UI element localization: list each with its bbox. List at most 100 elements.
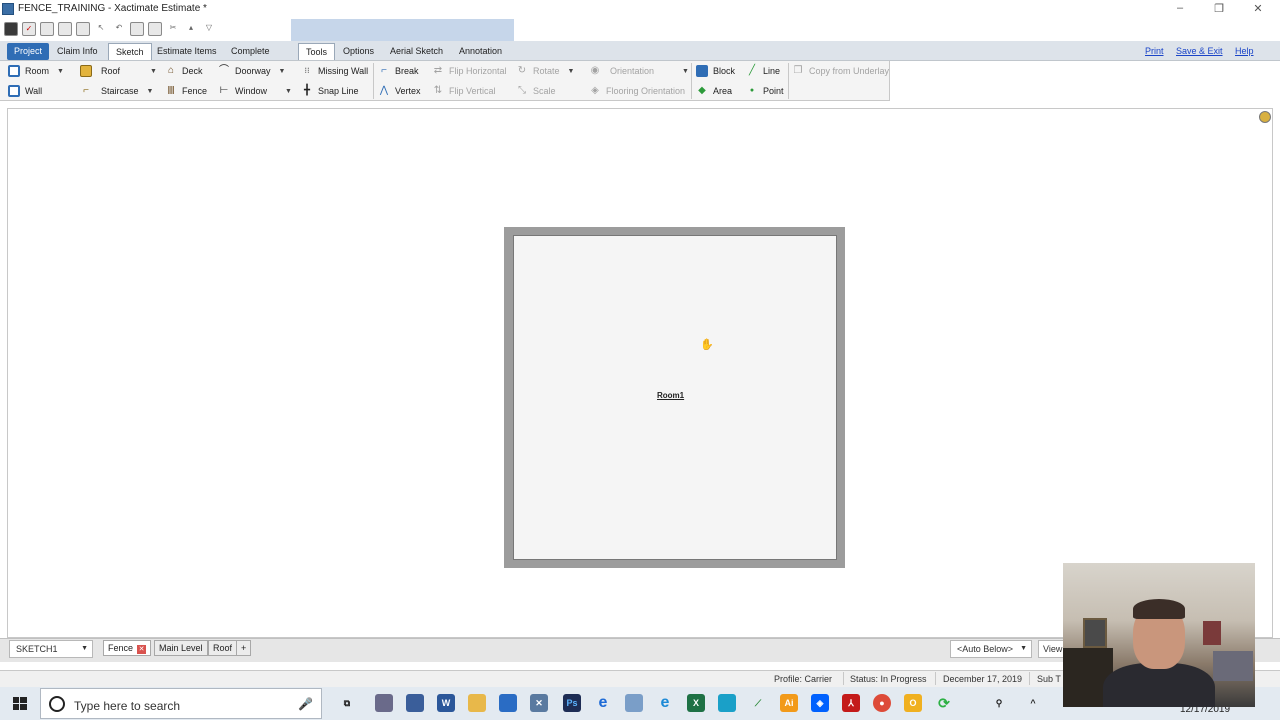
app-icon[interactable] (625, 694, 643, 712)
rotate-icon: ↻ (517, 65, 527, 76)
break-button[interactable]: ⌐ Break (378, 62, 418, 80)
wall-button[interactable]: Wall (8, 82, 42, 100)
save-exit-link[interactable]: Save & Exit (1176, 46, 1223, 56)
area-button[interactable]: ◆ Area (696, 82, 732, 100)
tab-estimate-items[interactable]: Estimate Items (150, 43, 224, 60)
app-icon[interactable] (718, 694, 736, 712)
print-link[interactable]: Print (1145, 46, 1164, 56)
sketch-select[interactable]: SKETCH1 ▼ (9, 640, 93, 658)
minimize-icon[interactable]: – (1170, 2, 1190, 14)
level-tab-roof[interactable]: Roof (208, 640, 238, 656)
filter-icon[interactable]: ▽ (202, 22, 216, 36)
restore-icon[interactable]: ❐ (1209, 2, 1229, 15)
dropbox-icon[interactable]: ◈ (811, 694, 829, 712)
deck-button[interactable]: ⌂ Deck (165, 62, 203, 80)
tab-tools[interactable]: Tools (298, 43, 336, 60)
snap-line-button[interactable]: ╋ Snap Line (301, 82, 359, 100)
break-icon: ⌐ (381, 65, 387, 76)
internet-explorer-icon[interactable]: e (656, 694, 674, 712)
point-button[interactable]: ● Point (746, 82, 784, 100)
vertex-button[interactable]: ⋀ Vertex (378, 82, 421, 100)
tab-project[interactable]: Project (7, 43, 50, 60)
tool-icon[interactable] (76, 22, 90, 36)
compass-icon[interactable] (1259, 111, 1271, 123)
close-icon[interactable]: ✕ (1248, 2, 1268, 15)
block-icon (696, 65, 708, 77)
level-tab-main-level[interactable]: Main Level (154, 640, 208, 656)
lock-icon[interactable]: ▴ (184, 22, 198, 36)
excel-icon[interactable]: X (687, 694, 705, 712)
sync-icon[interactable]: ⟳ (935, 694, 953, 712)
flip-vertical-icon: ⇅ (433, 85, 443, 96)
chevron-down-icon: ▼ (57, 67, 64, 75)
level-tab-fence[interactable]: Fence ✕ (103, 640, 152, 656)
people-icon[interactable]: ⚲ (990, 694, 1008, 712)
windows-start-icon[interactable] (0, 687, 40, 720)
app-icon[interactable]: O (904, 694, 922, 712)
auto-below-select[interactable]: <Auto Below> ▼ (950, 640, 1032, 658)
acrobat-icon[interactable]: ⅄ (842, 694, 860, 712)
taskbar-search[interactable]: Type here to search 🎤 (40, 688, 322, 719)
window-button[interactable]: ⊢ Window ▼ (218, 82, 292, 100)
tab-options[interactable]: Options (336, 43, 381, 60)
chevron-up-icon[interactable]: ^ (1024, 694, 1042, 712)
tab-sketch[interactable]: Sketch (108, 43, 152, 60)
staircase-button[interactable]: ⌐ Staircase ▼ (80, 82, 153, 100)
print-icon[interactable] (40, 22, 54, 36)
save-icon[interactable] (58, 22, 72, 36)
cut-icon[interactable]: ✂ (166, 22, 180, 36)
copy-from-underlay-button[interactable]: ❐ Copy from Underlay (792, 62, 890, 80)
room-button[interactable]: Room ▼ (8, 62, 64, 80)
sketch-select-value: SKETCH1 (16, 644, 58, 654)
copy-underlay-icon: ❐ (793, 65, 803, 76)
close-icon[interactable]: ✕ (137, 645, 147, 654)
line-icon: ╱ (748, 65, 756, 76)
checklist-icon[interactable]: ✓ (22, 22, 36, 36)
tab-complete[interactable]: Complete (224, 43, 277, 60)
file-explorer-icon[interactable] (468, 694, 486, 712)
store-icon[interactable] (499, 694, 517, 712)
flip-horizontal-button[interactable]: ⇄ Flip Horizontal (432, 62, 507, 80)
app-icon[interactable]: ⟋ (749, 694, 767, 712)
word-icon[interactable]: W (437, 694, 455, 712)
photoshop-icon[interactable]: Ps (563, 694, 581, 712)
deck-icon: ⌂ (167, 65, 175, 76)
status-date: December 17, 2019 (943, 674, 1023, 684)
rotate-button[interactable]: ↻ Rotate ▼ (516, 62, 575, 80)
xactimate-icon[interactable]: ✕ (530, 694, 548, 712)
flooring-orientation-label: Flooring Orientation (606, 86, 686, 96)
room-label[interactable]: Room1 (657, 391, 684, 400)
illustrator-icon[interactable]: Ai (780, 694, 798, 712)
window-icon: ⊢ (219, 85, 229, 96)
missing-wall-button[interactable]: ⁝⁝ Missing Wall (301, 62, 368, 80)
add-level-button[interactable]: + (236, 640, 252, 656)
task-view-icon[interactable]: ⧉ (338, 694, 356, 712)
app-icon[interactable] (406, 694, 424, 712)
microphone-icon[interactable]: 🎤 (298, 697, 313, 711)
edge-icon[interactable]: e (594, 694, 612, 712)
help-link[interactable]: Help (1235, 46, 1254, 56)
camera-icon[interactable] (4, 22, 18, 36)
pointer-icon[interactable]: ↖ (94, 22, 108, 36)
orientation-button[interactable]: ◉ Orientation ▼ (589, 62, 689, 80)
roof-button[interactable]: Roof ▼ (80, 62, 157, 80)
flooring-orientation-button[interactable]: ◈ Flooring Orientation (589, 82, 685, 100)
fence-button[interactable]: Ⅲ Fence (165, 82, 207, 100)
line-button[interactable]: ╱ Line (746, 62, 780, 80)
chrome-icon[interactable]: ● (873, 694, 891, 712)
undo-icon[interactable]: ↶ (112, 22, 126, 36)
flip-vertical-button[interactable]: ⇅ Flip Vertical (432, 82, 496, 100)
app-icon[interactable] (375, 694, 393, 712)
paste-icon[interactable] (148, 22, 162, 36)
auto-below-value: <Auto Below> (957, 644, 1014, 654)
doorway-button[interactable]: ⌒ Doorway ▼ (218, 62, 285, 80)
tab-annotation[interactable]: Annotation (452, 43, 509, 60)
tab-aerial-sketch[interactable]: Aerial Sketch (383, 43, 450, 60)
copy-icon[interactable] (130, 22, 144, 36)
tab-claim-info[interactable]: Claim Info (50, 43, 105, 60)
status-separator (935, 672, 936, 685)
block-button[interactable]: Block (696, 62, 735, 80)
scale-button[interactable]: ⤡ Scale (516, 82, 556, 100)
roof-label: Roof (101, 66, 121, 76)
roof-icon (80, 65, 92, 77)
